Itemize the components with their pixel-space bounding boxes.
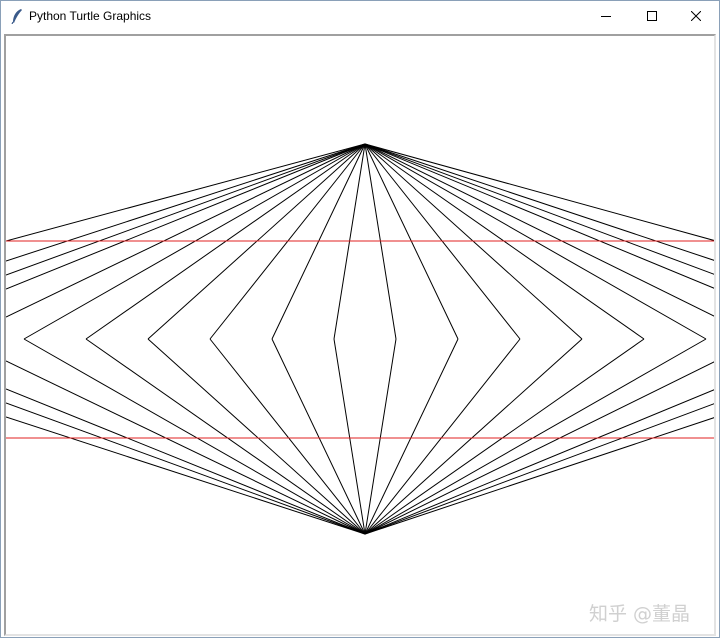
ray-line [364,338,397,535]
close-icon [691,11,701,21]
ray-line [23,338,366,535]
ray-line [6,416,366,535]
ray-line [364,143,714,289]
maximize-button[interactable] [629,1,675,31]
minimize-button[interactable] [583,1,629,31]
feather-icon [11,9,22,24]
ray-line [6,143,366,276]
ray-line [147,338,366,535]
watermark: 知乎 @董晶 [589,603,691,625]
ray-line [333,338,366,535]
ray-line [85,338,366,535]
ray-line [364,338,583,535]
ray-line [6,402,366,535]
title-bar[interactable]: Python Turtle Graphics [1,1,719,31]
ray-line [6,143,366,262]
ray-line [6,360,366,535]
close-button[interactable] [673,1,719,31]
maximize-icon [647,11,657,21]
ray-line [209,338,366,535]
ray-line [364,338,707,535]
window-title: Python Turtle Graphics [29,9,152,23]
ray-line [6,388,366,535]
ray-line [364,143,714,317]
ray-line [364,143,714,241]
ray-line [364,361,714,535]
drawing-canvas [6,143,714,535]
turtle-canvas[interactable] [4,34,716,636]
ray-line [6,143,366,290]
turtle-window: Python Turtle Graphics 知乎 @董晶 [0,0,720,638]
minimize-icon [601,16,611,17]
ray-line [364,389,714,535]
ray-line [6,143,366,318]
